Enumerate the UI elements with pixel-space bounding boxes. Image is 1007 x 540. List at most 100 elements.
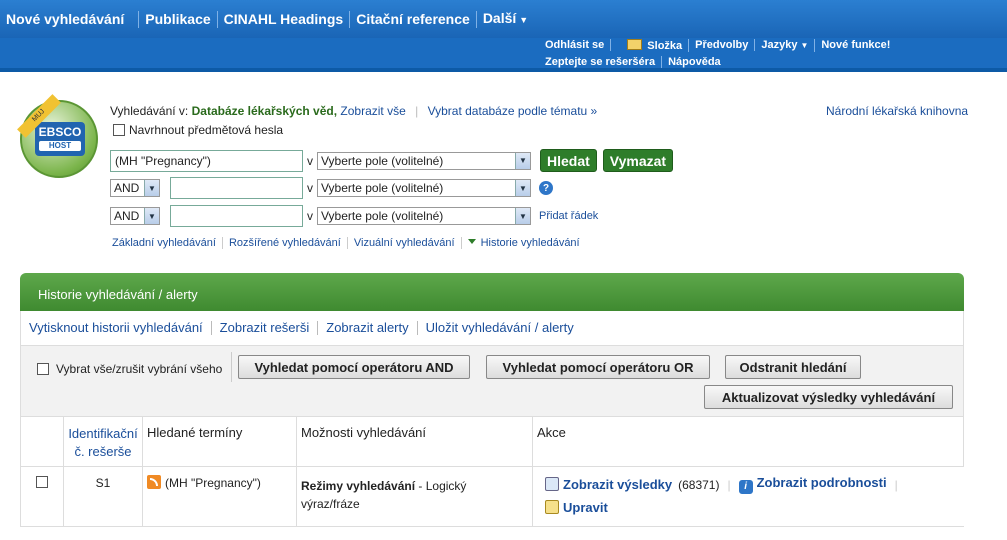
edit-label: Upravit (563, 500, 608, 515)
languages-label: Jazyky (761, 38, 798, 51)
print-history-link[interactable]: Vytisknout historii vyhledávání (29, 321, 212, 335)
boolean-select-3[interactable]: AND ▼ (110, 207, 160, 225)
header-options: Možnosti vyhledávání (297, 417, 533, 466)
header-id[interactable]: Identifikační č. rešerše (64, 417, 143, 466)
nav-cited-references[interactable]: Citační reference (350, 10, 477, 28)
result-count: (68371) (678, 477, 720, 492)
languages-link[interactable]: Jazyky ▼ (755, 38, 816, 52)
dropdown-arrow-icon: ▼ (515, 180, 530, 196)
advanced-search-link[interactable]: Rozšířené vyhledávání (223, 237, 348, 249)
sign-out-link[interactable]: Odhlásit se (539, 39, 612, 51)
show-details-label: Zobrazit podrobnosti (756, 475, 887, 490)
row-actions-line: Zobrazit výsledky (68371) | i Zobrazit po… (545, 475, 951, 494)
show-search-link[interactable]: Zobrazit rešerši (212, 321, 319, 335)
show-results-link[interactable]: Zobrazit výsledky (545, 477, 672, 492)
divider: | (727, 477, 731, 492)
top-navigation-bar: Nové vyhledávání Publikace CINAHL Headin… (0, 0, 1007, 38)
save-searches-link[interactable]: Uložit vyhledávání / alerty (418, 321, 582, 335)
boolean-value: AND (114, 181, 140, 195)
select-all[interactable]: Vybrat vše/zrušit vybrání všeho (37, 362, 222, 376)
in-label: v (307, 153, 313, 168)
row-mode-label: Režimy vyhledávání (301, 479, 416, 493)
new-features-link[interactable]: Nové funkce! (815, 39, 896, 51)
edit-link[interactable]: Upravit (545, 500, 608, 515)
search-button[interactable]: Hledat (540, 149, 597, 172)
field-select-value: Vyberte pole (volitelné) (321, 209, 444, 223)
suggest-checkbox[interactable] (113, 124, 125, 136)
remove-searches-button[interactable]: Odstranit hledání (725, 355, 861, 379)
search-row-3: AND ▼ v Vyberte pole (volitelné) ▼ Přidat … (110, 205, 598, 227)
table-header: Identifikační č. rešerše Hledané termíny… (20, 417, 964, 467)
row-checkbox[interactable] (36, 476, 48, 488)
row-id: S1 (64, 467, 143, 526)
search-input-1[interactable]: (MH "Pregnancy") (110, 149, 303, 172)
select-all-label: Vybrat vše/zrušit vybrání všeho (56, 362, 223, 376)
main-nav: Nové vyhledávání Publikace CINAHL Headin… (6, 10, 534, 28)
clear-button[interactable]: Vymazat (602, 149, 674, 172)
help-icon[interactable]: ? (539, 181, 553, 195)
choose-databases-link[interactable]: Vybrat databáze podle tématu » (428, 104, 598, 118)
folder-link[interactable]: Složka (611, 38, 690, 52)
history-table: Identifikační č. rešerše Hledané termíny… (20, 417, 964, 527)
update-results-button[interactable]: Aktualizovat výsledky vyhledávání (704, 385, 953, 409)
in-label: v (307, 181, 313, 195)
ebsco-host-logo[interactable]: EBSCO HOST MUJ (17, 94, 104, 178)
row-actions-cell: Zobrazit výsledky (68371) | i Zobrazit po… (533, 467, 963, 526)
chevron-down-icon: ▼ (800, 40, 809, 50)
search-input-3[interactable] (170, 205, 303, 227)
basic-search-link[interactable]: Základní vyhledávání (112, 237, 223, 249)
divider (231, 352, 232, 382)
folder-label: Složka (647, 39, 683, 52)
preferences-link[interactable]: Předvolby (689, 39, 756, 51)
search-history-link[interactable]: Historie vyhledávání (462, 237, 586, 249)
visual-search-link[interactable]: Vizuální vyhledávání (348, 237, 462, 249)
search-history-label: Historie vyhledávání (480, 237, 580, 249)
logo-badge: EBSCO HOST (35, 122, 85, 156)
show-alerts-link[interactable]: Zobrazit alerty (318, 321, 418, 335)
suggest-label: Navrhnout předmětová hesla (129, 123, 284, 137)
nav-more[interactable]: Další ▼ (477, 10, 534, 29)
header-select-col (21, 417, 64, 466)
search-with-and-button[interactable]: Vyhledat pomocí operátoru AND (238, 355, 470, 379)
search-modes: Základní vyhledávání Rozšířené vyhledává… (112, 237, 586, 249)
nav-cinahl-headings[interactable]: CINAHL Headings (218, 10, 351, 28)
show-details-link[interactable]: i Zobrazit podrobnosti (738, 475, 887, 494)
field-select-value: Vyberte pole (volitelné) (321, 181, 444, 195)
logo-text-host: HOST (39, 141, 81, 151)
field-select-3[interactable]: Vyberte pole (volitelné) ▼ (317, 207, 531, 225)
header-terms: Hledané termíny (143, 417, 297, 466)
dropdown-arrow-icon: ▼ (144, 180, 159, 196)
help-link[interactable]: Nápověda (662, 56, 727, 68)
add-row-link[interactable]: Přidat řádek (539, 210, 598, 222)
header-actions: Akce (537, 425, 566, 440)
utility-bar: Odhlásit se Složka Předvolby Jazyky ▼ Nov… (0, 38, 1007, 72)
nav-more-label: Další (482, 9, 517, 26)
show-all-link[interactable]: Zobrazit vše (340, 104, 405, 118)
history-panel-title: Historie vyhledávání / alerty (20, 273, 964, 311)
field-select-1[interactable]: Vyberte pole (volitelné) ▼ (317, 151, 531, 170)
field-select-2[interactable]: Vyberte pole (volitelné) ▼ (317, 179, 531, 197)
history-toolbar: Vybrat vše/zrušit vybrání všeho Vyhledat… (20, 345, 964, 417)
row-terms-cell: (MH "Pregnancy") (143, 467, 297, 526)
suggest-subject-terms[interactable]: Navrhnout předmětová hesla (113, 123, 283, 137)
select-all-checkbox[interactable] (37, 363, 49, 375)
nav-new-search[interactable]: Nové vyhledávání (6, 10, 140, 28)
searching-in-label: Vyhledávání v: (110, 104, 189, 118)
logo-text-ebsco: EBSCO (38, 125, 82, 139)
nav-publications[interactable]: Publikace (139, 10, 218, 28)
info-icon: i (738, 480, 753, 494)
divider: | (415, 104, 419, 118)
row-options-cell: Režimy vyhledávání - Logický výraz/fráze (297, 467, 533, 526)
search-input-2[interactable] (170, 177, 303, 199)
row-select-cell (21, 467, 64, 526)
boolean-value: AND (114, 209, 140, 223)
boolean-select-2[interactable]: AND ▼ (110, 179, 160, 197)
chevron-down-icon: ▼ (519, 14, 529, 25)
rss-icon[interactable] (147, 475, 161, 489)
dropdown-arrow-icon: ▼ (144, 208, 159, 224)
search-row-2: AND ▼ v Vyberte pole (volitelné) ▼ ? (110, 177, 553, 199)
search-with-or-button[interactable]: Vyhledat pomocí operátoru OR (486, 355, 710, 379)
library-name[interactable]: Národní lékařská knihovna (826, 104, 968, 118)
show-results-label: Zobrazit výsledky (563, 477, 673, 492)
ask-librarian-link[interactable]: Zeptejte se rešeršéra (539, 56, 663, 68)
